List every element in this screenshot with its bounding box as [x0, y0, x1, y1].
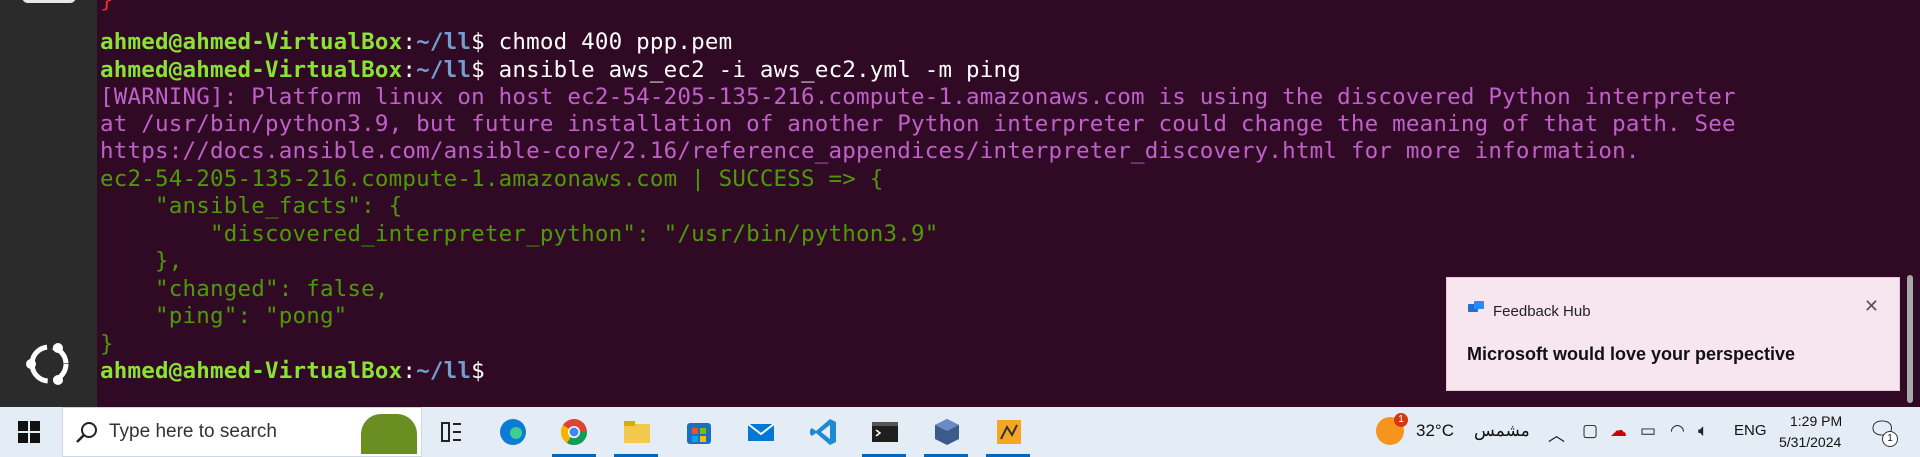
search-box[interactable]: Type here to search	[62, 407, 422, 457]
notification-toast[interactable]: Feedback Hub ✕ Microsoft would love your…	[1446, 277, 1900, 391]
terminal-line: ahmed@ahmed-VirtualBox:~/ll$	[100, 358, 499, 385]
terminal-text-segment: },	[100, 248, 183, 274]
terminal-line: "discovered_interpreter_python": "/usr/b…	[100, 221, 939, 248]
terminal-text-segment: "changed": false,	[100, 276, 389, 302]
mail-icon[interactable]	[744, 415, 778, 449]
terminal-text-segment: ~/ll	[416, 57, 472, 83]
wifi-icon[interactable]: ◠	[1670, 421, 1685, 441]
terminal-line: [WARNING]: Platform linux on host ec2-54…	[100, 84, 1736, 111]
terminal-text-segment: ~/ll	[416, 358, 472, 384]
terminal-text-segment: :	[402, 29, 417, 55]
file-explorer-icon[interactable]	[620, 415, 654, 449]
dock-app-button[interactable]	[22, 0, 76, 3]
ubuntu-dock	[0, 0, 97, 407]
terminal-line: "ansible_facts": {	[100, 193, 402, 220]
terminal-text-segment: ahmed@ahmed-VirtualBox	[100, 29, 403, 55]
edge-icon[interactable]	[496, 415, 530, 449]
terminal-text-segment: :	[402, 57, 417, 83]
terminal-text-segment: "ping": "pong"	[100, 303, 348, 329]
clock-time[interactable]: 1:29 PM	[1790, 413, 1842, 429]
vscode-icon[interactable]	[806, 415, 840, 449]
terminal-text-segment: }	[100, 331, 114, 357]
toast-message: Microsoft would love your perspective	[1467, 344, 1796, 364]
terminal-text-segment: $	[471, 358, 499, 384]
feedback-hub-icon	[1467, 300, 1485, 322]
close-icon[interactable]: ✕	[1864, 296, 1879, 317]
terminal-line: at /usr/bin/python3.9, but future instal…	[100, 111, 1736, 138]
meet-now-icon[interactable]: ▢	[1582, 421, 1598, 441]
terminal-line: ec2-54-205-135-216.compute-1.amazonaws.c…	[100, 166, 884, 193]
terminal-text-segment: https://docs.ansible.com/ansible-core/2.…	[100, 138, 1640, 164]
language-indicator[interactable]: ENG	[1734, 422, 1767, 439]
show-apps-icon[interactable]	[21, 336, 77, 392]
search-placeholder: Type here to search	[109, 421, 277, 442]
terminal-line: https://docs.ansible.com/ansible-core/2.…	[100, 138, 1640, 165]
terminal-line: },	[100, 248, 182, 275]
chevron-up-icon[interactable]: ︿	[1548, 421, 1565, 446]
weather-temp[interactable]: 32°C	[1416, 421, 1454, 441]
virtualbox-icon[interactable]	[930, 415, 964, 449]
terminal-line: }	[100, 0, 114, 14]
search-highlight-image	[361, 414, 417, 454]
terminal-icon[interactable]	[868, 415, 902, 449]
weather-desc[interactable]: مشمس	[1474, 421, 1530, 441]
clock-date[interactable]: 5/31/2024	[1779, 434, 1841, 450]
onedrive-offline-icon[interactable]: ☁	[1610, 421, 1627, 441]
start-button[interactable]	[12, 415, 46, 449]
terminal-line: "ping": "pong"	[100, 303, 347, 330]
terminal-text-segment: "discovered_interpreter_python": "/usr/b…	[100, 221, 939, 247]
notification-count: 1	[1882, 431, 1898, 447]
taskbar: Type here to search 1 32°C مشمس ︿ ▢ ☁ ▭ …	[0, 407, 1920, 457]
chrome-icon[interactable]	[557, 415, 591, 449]
terminal-text-segment: [WARNING]: Platform linux on host ec2-54…	[100, 84, 1736, 110]
terminal-line: "changed": false,	[100, 276, 389, 303]
terminal-text-segment: }	[100, 0, 114, 13]
toast-app-name: Feedback Hub	[1493, 302, 1591, 320]
terminal-text-segment: ahmed@ahmed-VirtualBox	[100, 57, 403, 83]
terminal-text-segment: $ ansible aws_ec2 -i aws_ec2.yml -m ping	[471, 57, 1022, 83]
volume-icon[interactable]: 🔈︎	[1698, 421, 1708, 441]
terminal-text-segment: ~/ll	[416, 29, 472, 55]
terminal-scrollbar[interactable]	[1907, 275, 1913, 403]
search-icon	[75, 420, 99, 449]
terminal-line: ahmed@ahmed-VirtualBox:~/ll$ chmod 400 p…	[100, 29, 732, 56]
weather-badge: 1	[1394, 413, 1408, 427]
terminal-text-segment: $ chmod 400 ppp.pem	[471, 29, 733, 55]
app-icon[interactable]	[992, 415, 1026, 449]
terminal-text-segment: :	[402, 358, 417, 384]
battery-icon[interactable]: ▭	[1640, 421, 1656, 441]
store-icon[interactable]	[682, 415, 716, 449]
terminal-text-segment: ec2-54-205-135-216.compute-1.amazonaws.c…	[100, 166, 884, 192]
task-view-icon[interactable]	[434, 415, 468, 449]
toast-header: Feedback Hub	[1467, 300, 1591, 322]
terminal-text-segment: "ansible_facts": {	[100, 193, 403, 219]
terminal-line: }	[100, 331, 114, 358]
terminal-line: ahmed@ahmed-VirtualBox:~/ll$ ansible aws…	[100, 57, 1021, 84]
terminal-text-segment: ahmed@ahmed-VirtualBox	[100, 358, 403, 384]
terminal-text-segment: at /usr/bin/python3.9, but future instal…	[100, 111, 1736, 137]
